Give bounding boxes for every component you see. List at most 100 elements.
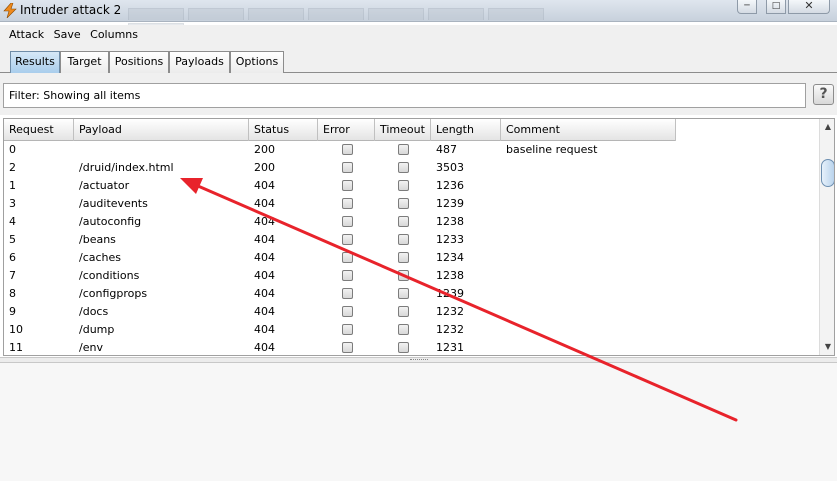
filter-bar[interactable]: Filter: Showing all items: [3, 83, 806, 108]
error-checkbox: [342, 180, 353, 191]
maximize-button[interactable]: □: [766, 0, 786, 14]
cell-payload: [74, 141, 249, 159]
close-icon: ✕: [804, 0, 814, 12]
column-header-status[interactable]: Status: [249, 119, 318, 141]
table-row[interactable]: 3/auditevents 404 1239: [4, 195, 676, 213]
error-checkbox: [342, 324, 353, 335]
table-body: 0 200 487 baseline request 2/druid/index.htm…: [4, 141, 676, 355]
timeout-checkbox: [398, 324, 409, 335]
timeout-checkbox: [398, 252, 409, 263]
column-header-comment[interactable]: Comment: [501, 119, 676, 141]
column-header-length[interactable]: Length: [431, 119, 501, 141]
timeout-checkbox: [398, 144, 409, 155]
cell-length: 487: [436, 143, 457, 156]
table-header: Request Payload Status Error Timeout Len…: [4, 119, 676, 141]
menu-attack[interactable]: Attack: [0, 25, 46, 41]
vertical-scrollbar[interactable]: ▲ ▼: [819, 119, 834, 355]
cell-status: 404: [254, 341, 275, 354]
menu-save[interactable]: Save: [50, 25, 83, 41]
help-button[interactable]: ?: [813, 84, 834, 105]
cell-payload: /auditevents: [79, 197, 148, 210]
error-checkbox: [342, 162, 353, 173]
timeout-checkbox: [398, 180, 409, 191]
timeout-checkbox: [398, 198, 409, 209]
menu-bar: Attack Save Columns: [0, 25, 837, 45]
request-response-pane: [0, 363, 837, 481]
cell-status: 404: [254, 215, 275, 228]
table-row[interactable]: 7/conditions 404 1238: [4, 267, 676, 285]
cell-comment: [501, 267, 676, 285]
tab-results[interactable]: Results: [10, 51, 60, 73]
table-row[interactable]: 11/env 404 1231: [4, 339, 676, 355]
cell-comment: [501, 339, 676, 355]
tab-positions[interactable]: Positions: [109, 51, 169, 73]
error-checkbox: [342, 288, 353, 299]
cell-length: 1234: [436, 251, 464, 264]
table-row[interactable]: 10/dump 404 1232: [4, 321, 676, 339]
menu-columns[interactable]: Columns: [86, 25, 140, 41]
cell-comment: [501, 285, 676, 303]
cell-status: 404: [254, 251, 275, 264]
cell-comment: baseline request: [506, 143, 598, 156]
cell-request: 7: [9, 269, 16, 282]
title-bar: Intruder attack 2 ─ □ ✕: [0, 0, 837, 35]
error-checkbox: [342, 270, 353, 281]
scroll-up-icon[interactable]: ▲: [820, 119, 834, 135]
scroll-down-icon[interactable]: ▼: [820, 339, 834, 355]
cell-status: 404: [254, 233, 275, 246]
results-table: Request Payload Status Error Timeout Len…: [3, 118, 835, 356]
timeout-checkbox: [398, 288, 409, 299]
column-header-error[interactable]: Error: [318, 119, 375, 141]
cell-payload: /druid/index.html: [79, 161, 174, 174]
cell-status: 200: [254, 143, 275, 156]
splitter-grip-icon[interactable]: [410, 359, 428, 361]
cell-length: 1238: [436, 215, 464, 228]
timeout-checkbox: [398, 162, 409, 173]
timeout-checkbox: [398, 270, 409, 281]
scroll-thumb[interactable]: [821, 159, 834, 187]
table-row[interactable]: 8/configprops 404 1239: [4, 285, 676, 303]
table-row[interactable]: 4/autoconfig 404 1238: [4, 213, 676, 231]
cell-request: 9: [9, 305, 16, 318]
table-row[interactable]: 6/caches 404 1234: [4, 249, 676, 267]
tab-payloads[interactable]: Payloads: [169, 51, 230, 73]
cell-comment: [501, 159, 676, 177]
timeout-checkbox: [398, 216, 409, 227]
help-icon: ?: [819, 86, 828, 102]
timeout-checkbox: [398, 306, 409, 317]
table-row[interactable]: 5/beans 404 1233: [4, 231, 676, 249]
tab-target[interactable]: Target: [60, 51, 109, 73]
cell-request: 0: [9, 143, 16, 156]
tab-options[interactable]: Options: [230, 51, 284, 73]
cell-request: 4: [9, 215, 16, 228]
error-checkbox: [342, 234, 353, 245]
table-row[interactable]: 2/druid/index.html 200 3503: [4, 159, 676, 177]
cell-status: 404: [254, 323, 275, 336]
timeout-checkbox: [398, 234, 409, 245]
cell-payload: /beans: [79, 233, 116, 246]
table-row[interactable]: 9/docs 404 1232: [4, 303, 676, 321]
cell-request: 3: [9, 197, 16, 210]
cell-status: 404: [254, 179, 275, 192]
error-checkbox: [342, 342, 353, 353]
table-row[interactable]: 0 200 487 baseline request: [4, 141, 676, 159]
cell-length: 3503: [436, 161, 464, 174]
minimize-button[interactable]: ─: [737, 0, 757, 14]
cell-payload: /env: [79, 341, 103, 354]
cell-comment: [501, 249, 676, 267]
error-checkbox: [342, 144, 353, 155]
cell-status: 404: [254, 197, 275, 210]
error-checkbox: [342, 306, 353, 317]
cell-comment: [501, 213, 676, 231]
cell-status: 200: [254, 161, 275, 174]
cell-comment: [501, 303, 676, 321]
close-button[interactable]: ✕: [788, 0, 830, 14]
column-header-payload[interactable]: Payload: [74, 119, 249, 141]
filter-area: Filter: Showing all items ?: [0, 73, 837, 115]
cell-request: 5: [9, 233, 16, 246]
table-row[interactable]: 1/actuator 404 1236: [4, 177, 676, 195]
burp-lightning-icon: [3, 3, 17, 18]
cell-payload: /dump: [79, 323, 115, 336]
column-header-timeout[interactable]: Timeout: [375, 119, 431, 141]
column-header-request[interactable]: Request: [4, 119, 74, 141]
